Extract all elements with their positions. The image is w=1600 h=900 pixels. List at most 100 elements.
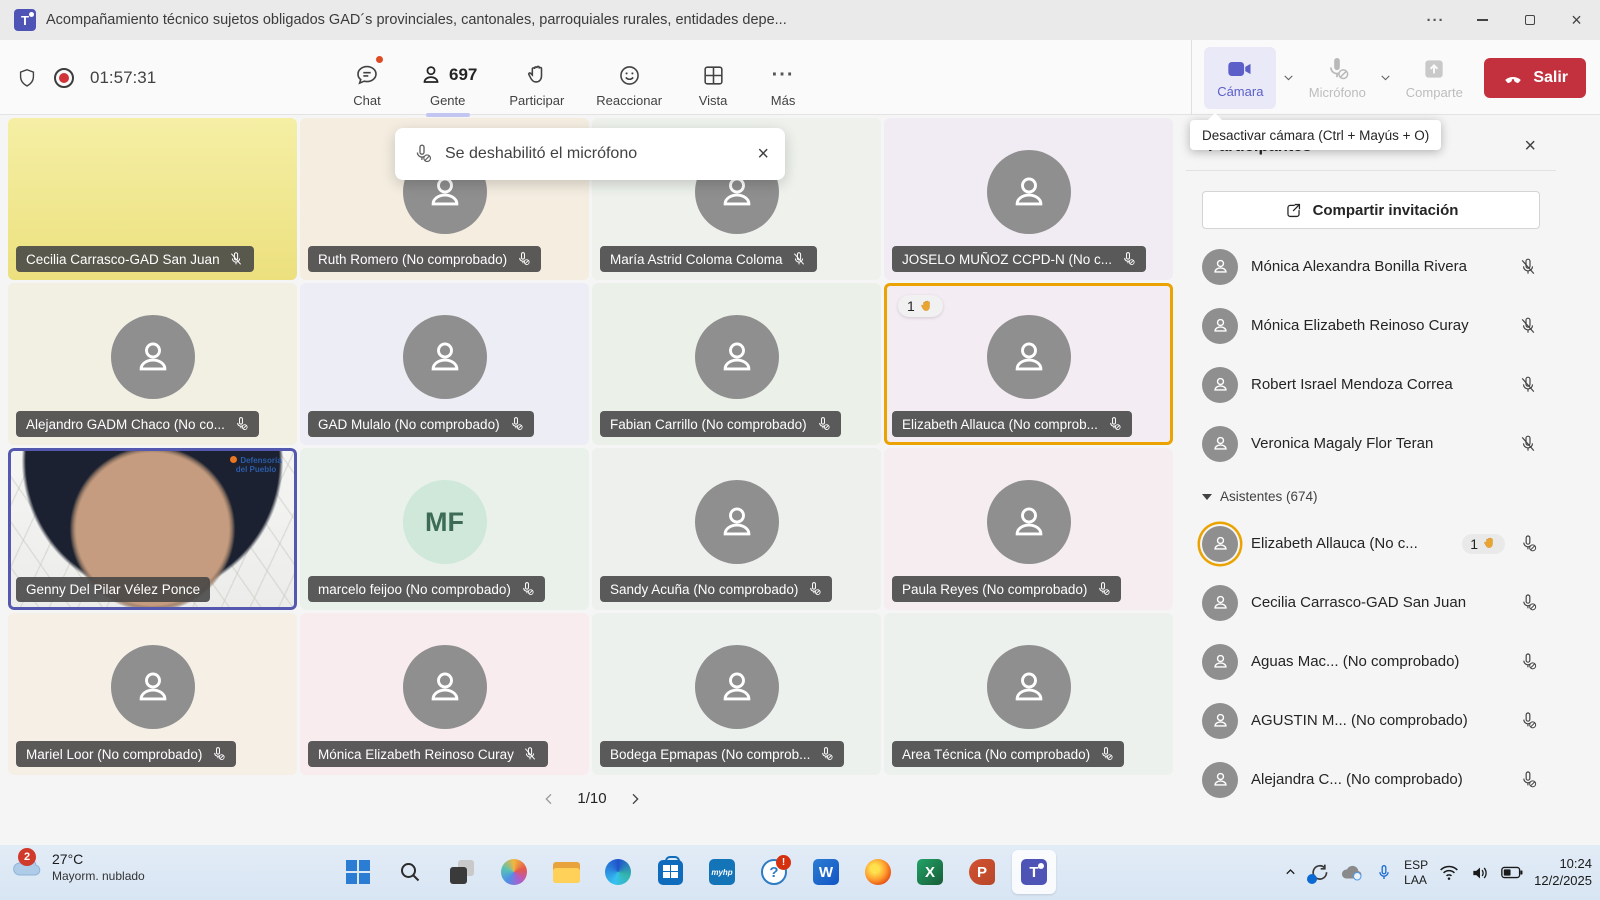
attendees-section-header[interactable]: Asistentes (674) [1186, 473, 1556, 514]
tray-volume-icon[interactable] [1470, 864, 1490, 882]
video-tile[interactable]: JOSELO MUÑOZ CCPD-N (No c... [884, 118, 1173, 280]
person-icon [1006, 664, 1052, 710]
window-minimize-button[interactable] [1459, 0, 1506, 40]
participant-row[interactable]: Robert Israel Mendoza Correa [1186, 355, 1556, 414]
taskbar-edge-icon[interactable] [596, 850, 640, 894]
next-page-button[interactable] [627, 791, 643, 807]
video-tile[interactable]: Sandy Acuña (No comprobado) [592, 448, 881, 610]
taskbar-start-icon[interactable] [336, 850, 380, 894]
avatar [1202, 308, 1238, 344]
tab-view[interactable]: Vista [682, 45, 744, 120]
person-icon [1006, 499, 1052, 545]
tray-chevron-up-icon[interactable] [1283, 865, 1298, 880]
taskbar-taskview-icon[interactable] [440, 850, 484, 894]
video-tile[interactable]: Paula Reyes (No comprobado) [884, 448, 1173, 610]
camera-button[interactable]: Cámara [1204, 47, 1276, 109]
active-tab-underline [426, 113, 470, 117]
panel-close-button[interactable]: × [1524, 135, 1536, 158]
participant-row[interactable]: Mónica Alexandra Bonilla Rivera [1186, 237, 1556, 296]
avatar [111, 645, 195, 729]
tray-battery-icon[interactable] [1501, 866, 1523, 879]
video-tile[interactable]: Defensoría del Pueblo Genny Del Pilar Vé… [8, 448, 297, 610]
taskbar-search-icon[interactable] [388, 850, 432, 894]
toast-message: Se deshabilitó el micrófono [445, 145, 745, 163]
avatar [1202, 762, 1238, 798]
person-icon [1210, 433, 1231, 454]
participant-nameplate: GAD Mulalo (No comprobado) [308, 411, 534, 437]
person-icon [130, 334, 176, 380]
participant-name: Ruth Romero (No comprobado) [318, 252, 507, 267]
window-titlebar: T Acompañamiento técnico sujetos obligad… [0, 0, 1600, 40]
video-tile[interactable]: Area Técnica (No comprobado) [884, 613, 1173, 775]
attendees-list: Elizabeth Allauca (No c... 1 Cecilia Car… [1186, 514, 1556, 809]
person-icon [714, 499, 760, 545]
mic-button[interactable]: Micrófono [1301, 47, 1373, 109]
taskbar-explorer-icon[interactable] [544, 850, 588, 894]
taskbar-apps: myhp ?! W X P T [336, 850, 1056, 900]
tab-people[interactable]: 697 Gente [406, 45, 489, 120]
participant-row[interactable]: Aguas Mac... (No comprobado) [1186, 632, 1556, 691]
taskbar-help-icon[interactable]: ?! [752, 850, 796, 894]
tab-raise-hand[interactable]: Participar [497, 45, 576, 120]
taskbar-firefox-icon[interactable] [856, 850, 900, 894]
video-tile[interactable]: Cecilia Carrasco-GAD San Juan [8, 118, 297, 280]
participant-row[interactable]: Elizabeth Allauca (No c... 1 [1186, 514, 1556, 573]
avatar [987, 480, 1071, 564]
tab-react[interactable]: Reaccionar [584, 45, 674, 120]
mic-disabled-icon [1518, 770, 1538, 790]
page-indicator: 1/10 [577, 790, 606, 807]
leave-button[interactable]: Salir [1484, 58, 1586, 98]
camera-options-chevron[interactable] [1280, 71, 1297, 84]
taskbar-copilot-icon[interactable] [492, 850, 536, 894]
tray-language-switcher[interactable]: ESP LAA [1404, 858, 1428, 888]
taskbar-powerpoint-icon[interactable]: P [960, 850, 1004, 894]
prev-page-button[interactable] [541, 791, 557, 807]
tray-mic-icon[interactable] [1375, 864, 1393, 882]
participant-name: Genny Del Pilar Vélez Ponce [26, 582, 200, 597]
mic-disabled-icon [1518, 652, 1538, 672]
chat-notification-dot [375, 55, 384, 64]
smiley-icon [617, 63, 642, 88]
video-tile[interactable]: Mónica Elizabeth Reinoso Curay [300, 613, 589, 775]
tab-chat[interactable]: Chat [336, 45, 398, 120]
mic-muted-icon [1518, 316, 1538, 336]
participant-nameplate: Mónica Elizabeth Reinoso Curay [308, 741, 548, 767]
window-maximize-button[interactable] [1506, 0, 1553, 40]
mic-disabled-icon [519, 581, 535, 597]
mic-muted-icon [791, 251, 807, 267]
tray-onedrive-icon[interactable] [1340, 864, 1364, 881]
taskbar-myhp-icon[interactable]: myhp [700, 850, 744, 894]
share-button[interactable]: Comparte [1398, 47, 1470, 109]
share-invitation-button[interactable]: Compartir invitación [1202, 191, 1540, 229]
taskbar-excel-icon[interactable]: X [908, 850, 952, 894]
tray-wifi-icon[interactable] [1439, 864, 1459, 881]
video-tile[interactable]: Fabian Carrillo (No comprobado) [592, 283, 881, 445]
participant-nameplate: JOSELO MUÑOZ CCPD-N (No c... [892, 246, 1146, 272]
collapse-caret-icon [1202, 494, 1212, 500]
participant-row[interactable]: Veronica Magaly Flor Teran [1186, 414, 1556, 473]
tray-clock[interactable]: 10:24 12/2/2025 [1534, 856, 1592, 890]
toast-close-button[interactable]: × [757, 143, 769, 166]
tray-sync-icon[interactable] [1309, 863, 1329, 883]
weather-widget[interactable]: 2 27°C Mayorm. nublado [10, 851, 145, 884]
mic-options-chevron[interactable] [1377, 71, 1394, 84]
video-tile[interactable]: MF marcelo feijoo (No comprobado) [300, 448, 589, 610]
participant-row[interactable]: Cecilia Carrasco-GAD San Juan [1186, 573, 1556, 632]
video-tile[interactable]: Bodega Epmapas (No comprob... [592, 613, 881, 775]
video-tile[interactable]: GAD Mulalo (No comprobado) [300, 283, 589, 445]
participant-row[interactable]: Mónica Elizabeth Reinoso Curay [1186, 296, 1556, 355]
taskbar-word-icon[interactable]: W [804, 850, 848, 894]
video-tile[interactable]: Mariel Loor (No comprobado) [8, 613, 297, 775]
window-close-button[interactable]: × [1553, 0, 1600, 40]
video-tile[interactable]: 1 Elizabeth Allauca (No comprob... [884, 283, 1173, 445]
avatar [1202, 526, 1238, 562]
participant-row[interactable]: AGUSTIN M... (No comprobado) [1186, 691, 1556, 750]
avatar [695, 480, 779, 564]
taskbar-teams-icon[interactable]: T [1012, 850, 1056, 894]
video-tile[interactable]: Alejandro GADM Chaco (No co... [8, 283, 297, 445]
window-more-button[interactable]: ··· [1412, 0, 1459, 40]
participant-row[interactable]: Alejandra C... (No comprobado) [1186, 750, 1556, 809]
tab-more[interactable]: ··· Más [752, 45, 814, 120]
participant-name: Alejandra C... (No comprobado) [1251, 771, 1505, 788]
taskbar-store-icon[interactable] [648, 850, 692, 894]
